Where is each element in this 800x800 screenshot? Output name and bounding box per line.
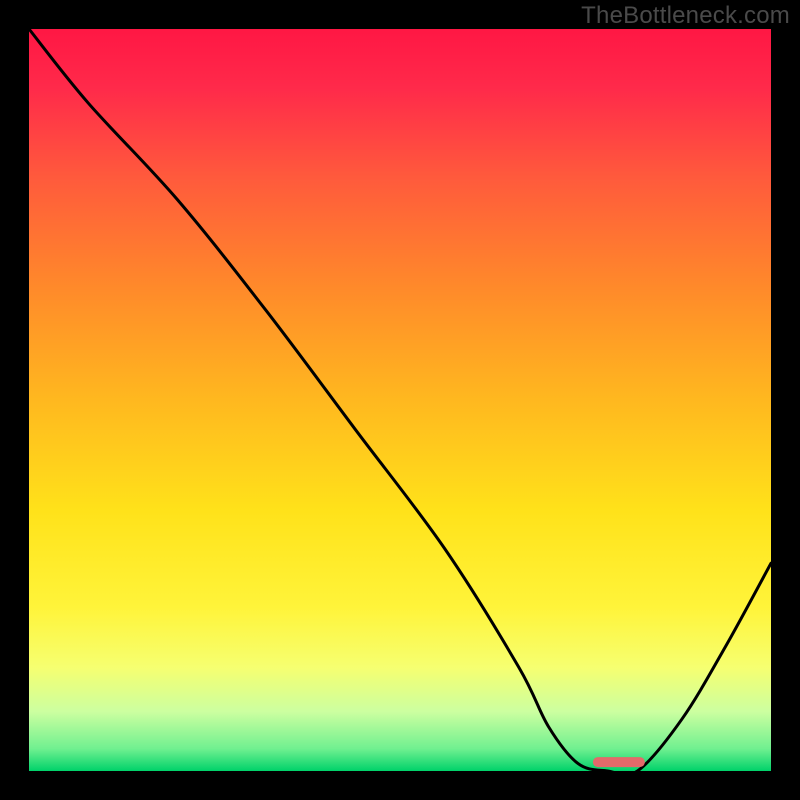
chart-svg bbox=[29, 29, 771, 771]
chart-frame: TheBottleneck.com bbox=[0, 0, 800, 800]
watermark-text: TheBottleneck.com bbox=[581, 2, 790, 30]
chart-background-gradient bbox=[29, 29, 771, 771]
chart-plot-area bbox=[29, 29, 771, 771]
optimal-range-marker bbox=[593, 757, 645, 767]
